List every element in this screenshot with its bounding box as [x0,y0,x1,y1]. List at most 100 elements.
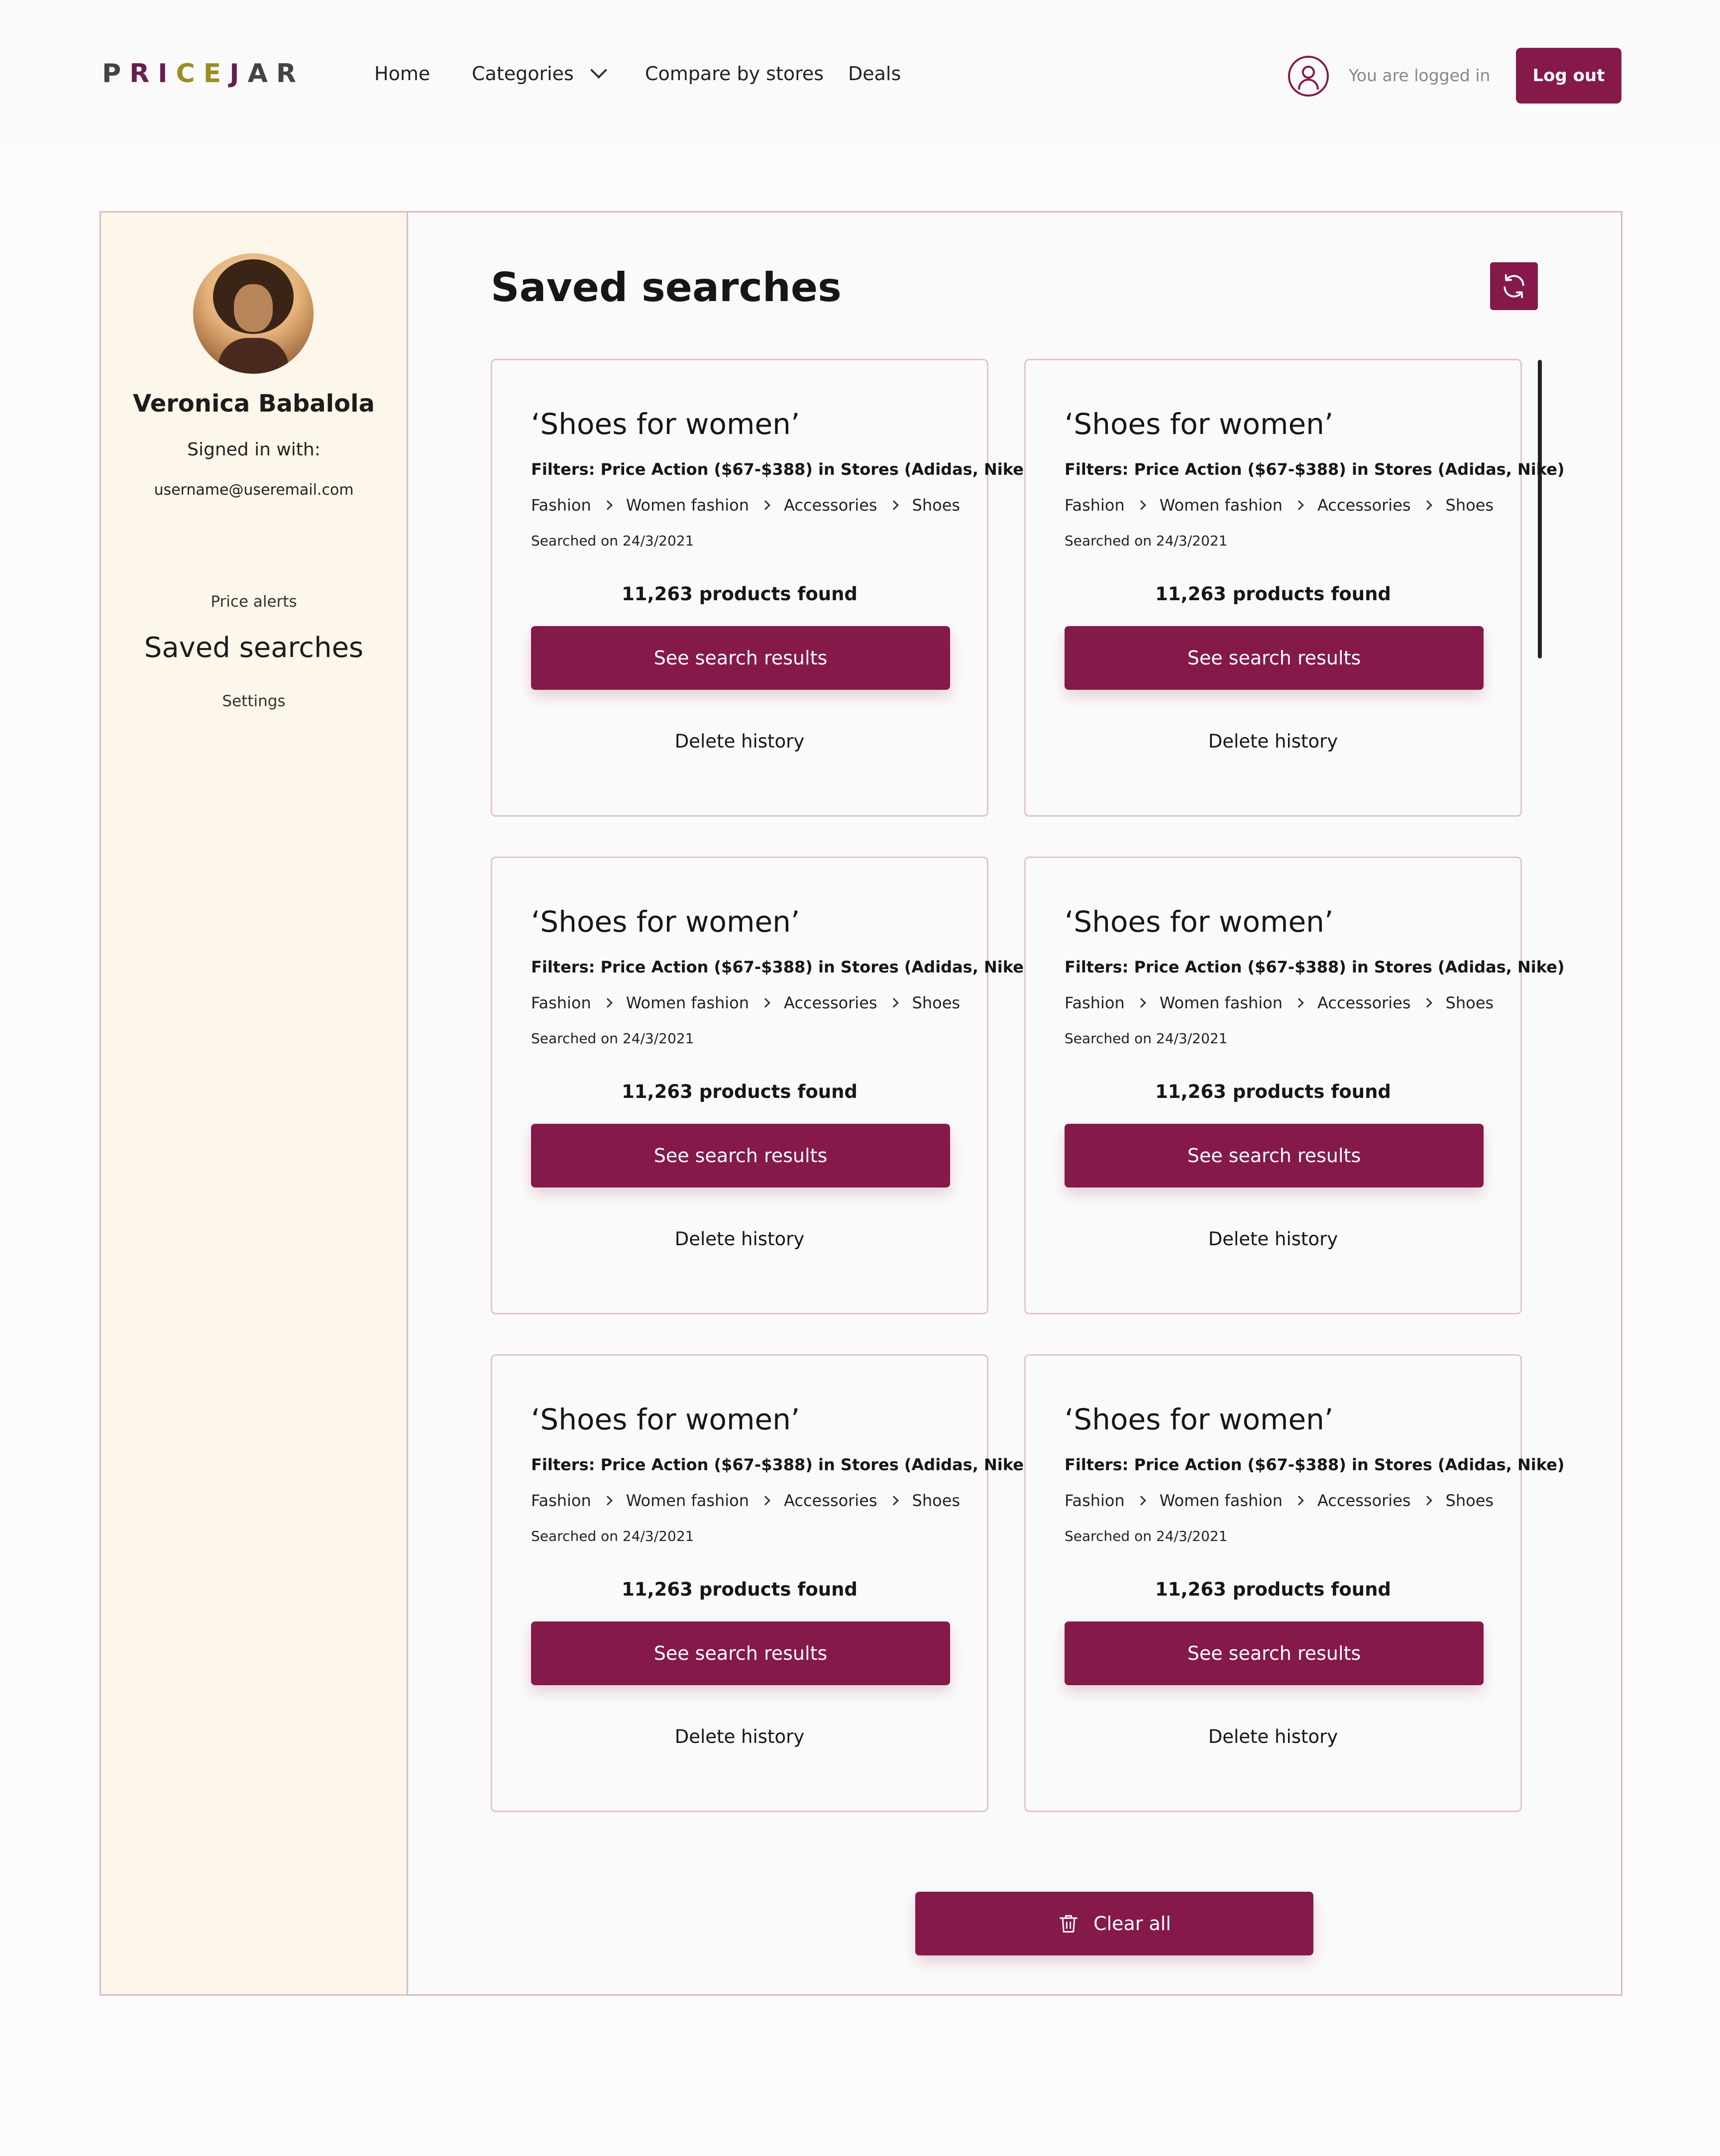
breadcrumb-item[interactable]: Accessories [784,496,877,515]
user-circle-icon[interactable] [1288,56,1329,97]
nav-compare-by-stores[interactable]: Compare by stores [645,63,824,85]
delete-history-button[interactable]: Delete history [1026,731,1520,752]
user-email: username@useremail.com [154,481,354,499]
breadcrumb-item[interactable]: Shoes [1446,1491,1494,1510]
pricejar-logo[interactable]: PRICEJAR [102,59,305,89]
logo-letter: C [176,59,204,89]
see-search-results-button[interactable]: See search results [1065,1621,1484,1685]
chevron-right-icon [1136,500,1146,510]
see-search-results-button[interactable]: See search results [531,1621,950,1685]
saved-searches-content: Saved searches ‘Shoes for women’ Filters… [408,213,1621,1994]
chevron-right-icon [760,1496,770,1506]
search-date: Searched on 24/3/2021 [531,1030,694,1047]
chevron-right-icon [888,1496,899,1506]
search-title: ‘Shoes for women’ [1065,905,1334,939]
breadcrumb-item[interactable]: Women fashion [1160,993,1283,1012]
breadcrumb-item[interactable]: Fashion [531,496,591,515]
breadcrumb-item[interactable]: Women fashion [626,1491,749,1510]
delete-history-button[interactable]: Delete history [1026,1726,1520,1747]
search-date: Searched on 24/3/2021 [1065,533,1228,549]
login-status-text: You are logged in [1349,66,1491,85]
delete-history-button[interactable]: Delete history [492,731,987,752]
saved-search-card: ‘Shoes for women’ Filters: Price Action … [491,857,1031,1314]
chevron-right-icon [602,500,613,510]
chevron-right-icon [1294,1496,1304,1506]
breadcrumb-item[interactable]: Accessories [1317,1491,1411,1510]
breadcrumb-item[interactable]: Fashion [1065,496,1125,515]
saved-search-card: ‘Shoes for women’ Filters: Price Action … [1024,359,1565,817]
breadcrumb-item[interactable]: Accessories [1317,993,1411,1012]
breadcrumb-item[interactable]: Women fashion [1160,1491,1283,1510]
delete-history-button[interactable]: Delete history [492,1726,987,1747]
chevron-right-icon [1422,1496,1432,1506]
breadcrumb-item[interactable]: Shoes [912,993,961,1012]
breadcrumb-item[interactable]: Women fashion [1160,496,1283,515]
products-count: 11,263 products found [1155,583,1391,605]
delete-history-button[interactable]: Delete history [492,1228,987,1250]
page-title: Saved searches [491,264,842,311]
logo-letter: R [129,59,158,89]
saved-search-card: ‘Shoes for women’ Filters: Price Action … [1024,857,1565,1314]
avatar [193,253,314,374]
breadcrumb-item[interactable]: Fashion [531,1491,591,1510]
breadcrumb-item[interactable]: Accessories [784,1491,877,1510]
sidebar-item-price-alerts[interactable]: Price alerts [101,593,407,611]
breadcrumb-item[interactable]: Shoes [1446,496,1494,515]
search-filters: Filters: Price Action ($67-$388) in Stor… [531,1455,1031,1474]
chevron-right-icon [760,998,770,1008]
search-date: Searched on 24/3/2021 [1065,1030,1228,1047]
nav-deals[interactable]: Deals [848,63,901,85]
search-date: Searched on 24/3/2021 [1065,1528,1228,1544]
search-title: ‘Shoes for women’ [531,1402,800,1436]
sidebar-item-settings[interactable]: Settings [101,692,407,710]
search-filters: Filters: Price Action ($67-$388) in Stor… [1065,958,1565,976]
scrollbar[interactable] [1538,360,1542,658]
see-search-results-button[interactable]: See search results [1065,626,1484,690]
clear-all-label: Clear all [1093,1913,1171,1935]
see-search-results-button[interactable]: See search results [1065,1124,1484,1187]
products-count: 11,263 products found [622,1081,858,1102]
saved-search-card: ‘Shoes for women’ Filters: Price Action … [491,1354,1031,1812]
search-date: Searched on 24/3/2021 [531,1528,694,1544]
category-breadcrumb: Fashion Women fashion Accessories Shoes [1065,993,1494,1012]
breadcrumb-item[interactable]: Shoes [912,496,961,515]
breadcrumb-item[interactable]: Accessories [784,993,877,1012]
logout-button[interactable]: Log out [1516,48,1621,104]
saved-search-card: ‘Shoes for women’ Filters: Price Action … [1024,1354,1565,1812]
refresh-button[interactable] [1490,262,1538,310]
logo-letter: R [276,59,305,89]
category-breadcrumb: Fashion Women fashion Accessories Shoes [1065,1491,1494,1510]
nav-home[interactable]: Home [374,63,430,85]
clear-all-button[interactable]: Clear all [915,1892,1313,1955]
logo-letter: I [158,59,176,89]
chevron-right-icon [1422,998,1432,1008]
chevron-right-icon [1294,500,1304,510]
see-search-results-button[interactable]: See search results [531,626,950,690]
breadcrumb-item[interactable]: Fashion [1065,1491,1125,1510]
search-filters: Filters: Price Action ($67-$388) in Stor… [531,460,1031,479]
chevron-down-icon [590,62,607,79]
breadcrumb-item[interactable]: Women fashion [626,496,749,515]
nav-categories-label: Categories [472,63,574,85]
see-search-results-button[interactable]: See search results [531,1124,950,1187]
category-breadcrumb: Fashion Women fashion Accessories Shoes [531,496,960,515]
products-count: 11,263 products found [1155,1081,1391,1102]
products-count: 11,263 products found [622,1579,858,1600]
search-title: ‘Shoes for women’ [531,407,800,441]
logo-letter: E [203,59,230,89]
breadcrumb-item[interactable]: Women fashion [626,993,749,1012]
breadcrumb-item[interactable]: Shoes [1446,993,1494,1012]
signed-in-label: Signed in with: [187,439,321,460]
search-title: ‘Shoes for women’ [1065,407,1334,441]
breadcrumb-item[interactable]: Accessories [1317,496,1411,515]
breadcrumb-item[interactable]: Fashion [1065,993,1125,1012]
breadcrumb-item[interactable]: Shoes [912,1491,961,1510]
chevron-right-icon [888,500,899,510]
products-count: 11,263 products found [1155,1579,1391,1600]
sidebar-item-saved-searches[interactable]: Saved searches [101,632,407,664]
delete-history-button[interactable]: Delete history [1026,1228,1520,1250]
breadcrumb-item[interactable]: Fashion [531,993,591,1012]
logo-letter: P [102,59,130,89]
chevron-right-icon [1136,998,1146,1008]
nav-categories[interactable]: Categories [472,62,607,85]
